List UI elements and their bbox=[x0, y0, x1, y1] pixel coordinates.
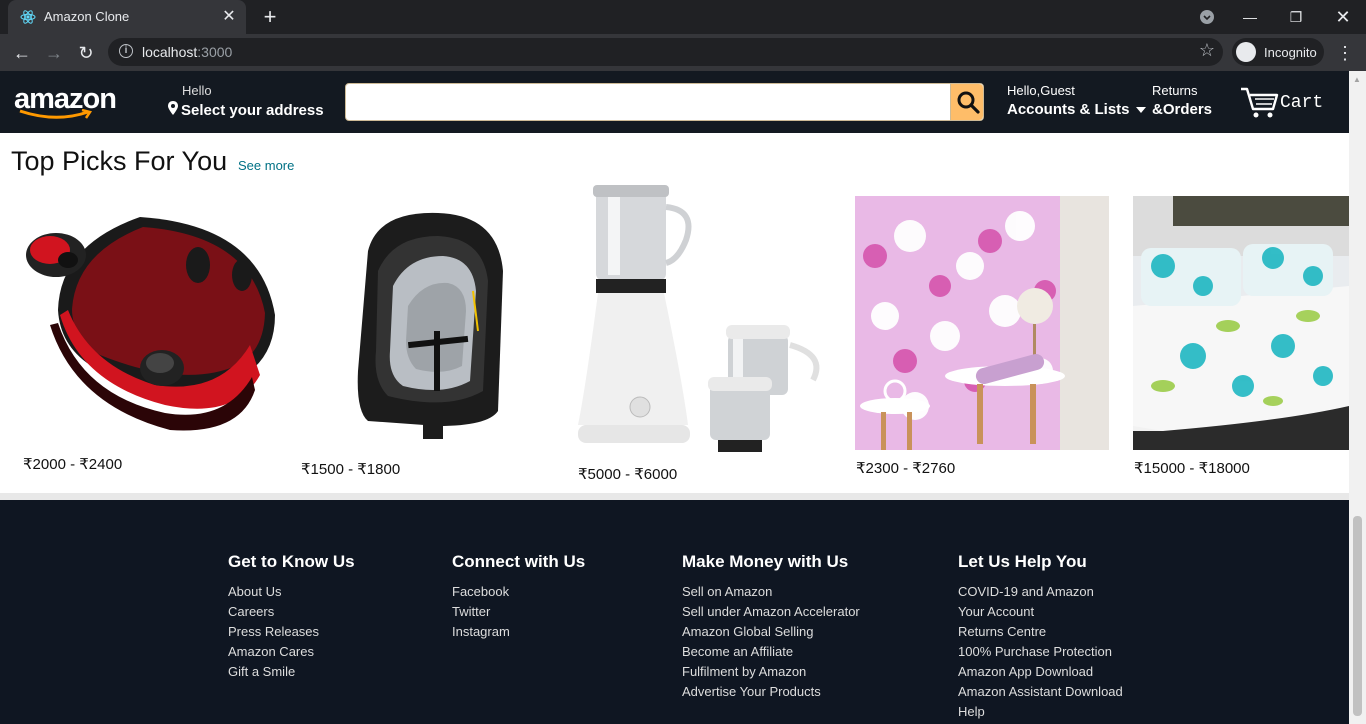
footer-link[interactable]: Become an Affiliate bbox=[682, 642, 860, 662]
footer-link[interactable]: Returns Centre bbox=[958, 622, 1123, 642]
site-footer: Get to Know Us About Us Careers Press Re… bbox=[0, 500, 1349, 724]
site-header: amazon Hello Select your address Hello,G… bbox=[0, 71, 1349, 133]
caret-down-icon bbox=[1135, 107, 1146, 113]
footer-column: Get to Know Us About Us Careers Press Re… bbox=[228, 552, 355, 682]
product-image-bedsheet bbox=[1133, 196, 1349, 450]
orders-button[interactable]: &Orders bbox=[1152, 101, 1212, 118]
footer-link[interactable]: Sell on Amazon bbox=[682, 582, 860, 602]
incognito-label: Incognito bbox=[1264, 45, 1317, 60]
returns-label: Returns bbox=[1152, 83, 1198, 98]
account-hello: Hello,Guest bbox=[1007, 83, 1075, 98]
reload-icon[interactable]: ↻ bbox=[73, 40, 99, 66]
page-viewport: amazon Hello Select your address Hello,G… bbox=[0, 71, 1366, 724]
product-card[interactable]: ₹2000 - ₹2400 bbox=[20, 205, 280, 475]
address-label: Select your address bbox=[181, 102, 324, 119]
footer-link[interactable]: Twitter bbox=[452, 602, 585, 622]
footer-link[interactable]: Amazon Cares bbox=[228, 642, 355, 662]
url-text: localhost:3000 bbox=[142, 44, 233, 60]
product-price: ₹1500 - ₹1800 bbox=[301, 461, 401, 478]
accounts-lists-button[interactable]: Accounts & Lists bbox=[1007, 101, 1146, 118]
product-card[interactable]: ₹15000 - ₹18000 bbox=[1133, 196, 1349, 481]
scroll-thumb[interactable] bbox=[1353, 516, 1362, 716]
incognito-indicator[interactable]: Incognito bbox=[1232, 38, 1324, 66]
footer-heading: Let Us Help You bbox=[958, 552, 1087, 571]
cart-button[interactable]: Cart bbox=[1239, 85, 1339, 121]
product-price: ₹2300 - ₹2760 bbox=[856, 460, 956, 477]
product-price: ₹15000 - ₹18000 bbox=[1134, 460, 1250, 477]
footer-column: Connect with Us Facebook Twitter Instagr… bbox=[452, 552, 585, 642]
product-card[interactable]: ₹1500 - ₹1800 bbox=[298, 211, 538, 481]
footer-link[interactable]: Gift a Smile bbox=[228, 662, 355, 682]
product-card[interactable]: ₹5000 - ₹6000 bbox=[578, 185, 838, 485]
amazon-logo[interactable]: amazon bbox=[14, 83, 117, 123]
footer-link[interactable]: Instagram bbox=[452, 622, 585, 642]
product-price: ₹2000 - ₹2400 bbox=[23, 456, 123, 473]
footer-heading: Connect with Us bbox=[452, 552, 586, 571]
footer-heading: Make Money with Us bbox=[682, 552, 849, 571]
cart-label: Cart bbox=[1280, 93, 1324, 113]
footer-heading: Get to Know Us bbox=[228, 552, 355, 571]
incognito-icon bbox=[1236, 42, 1256, 62]
page-scrollbar[interactable]: ▲ bbox=[1349, 71, 1366, 724]
logo-smile-icon bbox=[19, 109, 93, 119]
tab-search-icon[interactable] bbox=[1197, 5, 1217, 29]
select-address-button[interactable]: Select your address bbox=[168, 101, 324, 119]
browser-toolbar: ← → ↻ i localhost:3000 ☆ Incognito ⋮ bbox=[0, 34, 1366, 71]
product-price: ₹5000 - ₹6000 bbox=[578, 466, 678, 483]
search-bar bbox=[345, 83, 984, 121]
back-icon[interactable]: ← bbox=[9, 40, 35, 66]
see-more-link[interactable]: See more bbox=[238, 158, 294, 173]
footer-column: Make Money with Us Sell on Amazon Sell u… bbox=[682, 552, 860, 702]
footer-link[interactable]: Your Account bbox=[958, 602, 1123, 622]
footer-column: Let Us Help You COVID-19 and Amazon Your… bbox=[958, 552, 1123, 722]
footer-link[interactable]: Advertise Your Products bbox=[682, 682, 860, 702]
footer-link[interactable]: Sell under Amazon Accelerator bbox=[682, 602, 860, 622]
product-image-earbuds bbox=[26, 217, 275, 431]
tab-title: Amazon Clone bbox=[44, 9, 130, 24]
browser-tabstrip: Amazon Clone ✕ + — ❐ ✕ bbox=[0, 0, 1366, 34]
info-icon[interactable]: i bbox=[119, 44, 133, 58]
search-icon bbox=[957, 91, 980, 114]
footer-link[interactable]: Help bbox=[958, 702, 1123, 722]
footer-link[interactable]: Amazon App Download bbox=[958, 662, 1123, 682]
search-input[interactable] bbox=[346, 84, 949, 120]
accounts-lists-label: Accounts & Lists bbox=[1007, 101, 1130, 118]
forward-icon[interactable]: → bbox=[41, 40, 67, 66]
top-picks-section: Top Picks For You See more ₹2000 - ₹2400 bbox=[0, 133, 1349, 493]
product-image-car-seat bbox=[357, 212, 503, 439]
browser-tab[interactable]: Amazon Clone ✕ bbox=[8, 0, 246, 34]
react-icon bbox=[20, 10, 36, 24]
bookmark-star-icon[interactable]: ☆ bbox=[1199, 40, 1215, 61]
footer-link[interactable]: Facebook bbox=[452, 582, 585, 602]
address-hello: Hello bbox=[182, 83, 212, 98]
footer-link[interactable]: Fulfilment by Amazon bbox=[682, 662, 860, 682]
scroll-up-icon[interactable]: ▲ bbox=[1353, 75, 1361, 84]
product-image-mixer bbox=[578, 185, 820, 452]
window-close-icon[interactable]: ✕ bbox=[1332, 5, 1354, 29]
footer-link[interactable]: Careers bbox=[228, 602, 355, 622]
section-title: Top Picks For You bbox=[11, 146, 228, 176]
restore-icon[interactable]: ❐ bbox=[1286, 5, 1306, 29]
address-bar[interactable]: i localhost:3000 ☆ bbox=[108, 38, 1223, 66]
footer-link[interactable]: Amazon Global Selling bbox=[682, 622, 860, 642]
footer-link[interactable]: COVID-19 and Amazon bbox=[958, 582, 1123, 602]
browser-menu-icon[interactable]: ⋮ bbox=[1336, 40, 1354, 66]
close-icon[interactable]: ✕ bbox=[220, 8, 238, 26]
cart-icon bbox=[1241, 87, 1279, 118]
search-button[interactable] bbox=[950, 84, 983, 120]
location-pin-icon bbox=[168, 101, 178, 115]
product-card[interactable]: ₹2300 - ₹2760 bbox=[855, 196, 1111, 481]
footer-link[interactable]: Press Releases bbox=[228, 622, 355, 642]
footer-link[interactable]: Amazon Assistant Download bbox=[958, 682, 1123, 702]
footer-link[interactable]: 100% Purchase Protection bbox=[958, 642, 1123, 662]
new-tab-icon[interactable]: + bbox=[258, 6, 282, 28]
footer-link[interactable]: About Us bbox=[228, 582, 355, 602]
minimize-icon[interactable]: — bbox=[1240, 5, 1260, 29]
product-image-wallpaper bbox=[855, 196, 1109, 450]
section-divider bbox=[0, 493, 1349, 500]
